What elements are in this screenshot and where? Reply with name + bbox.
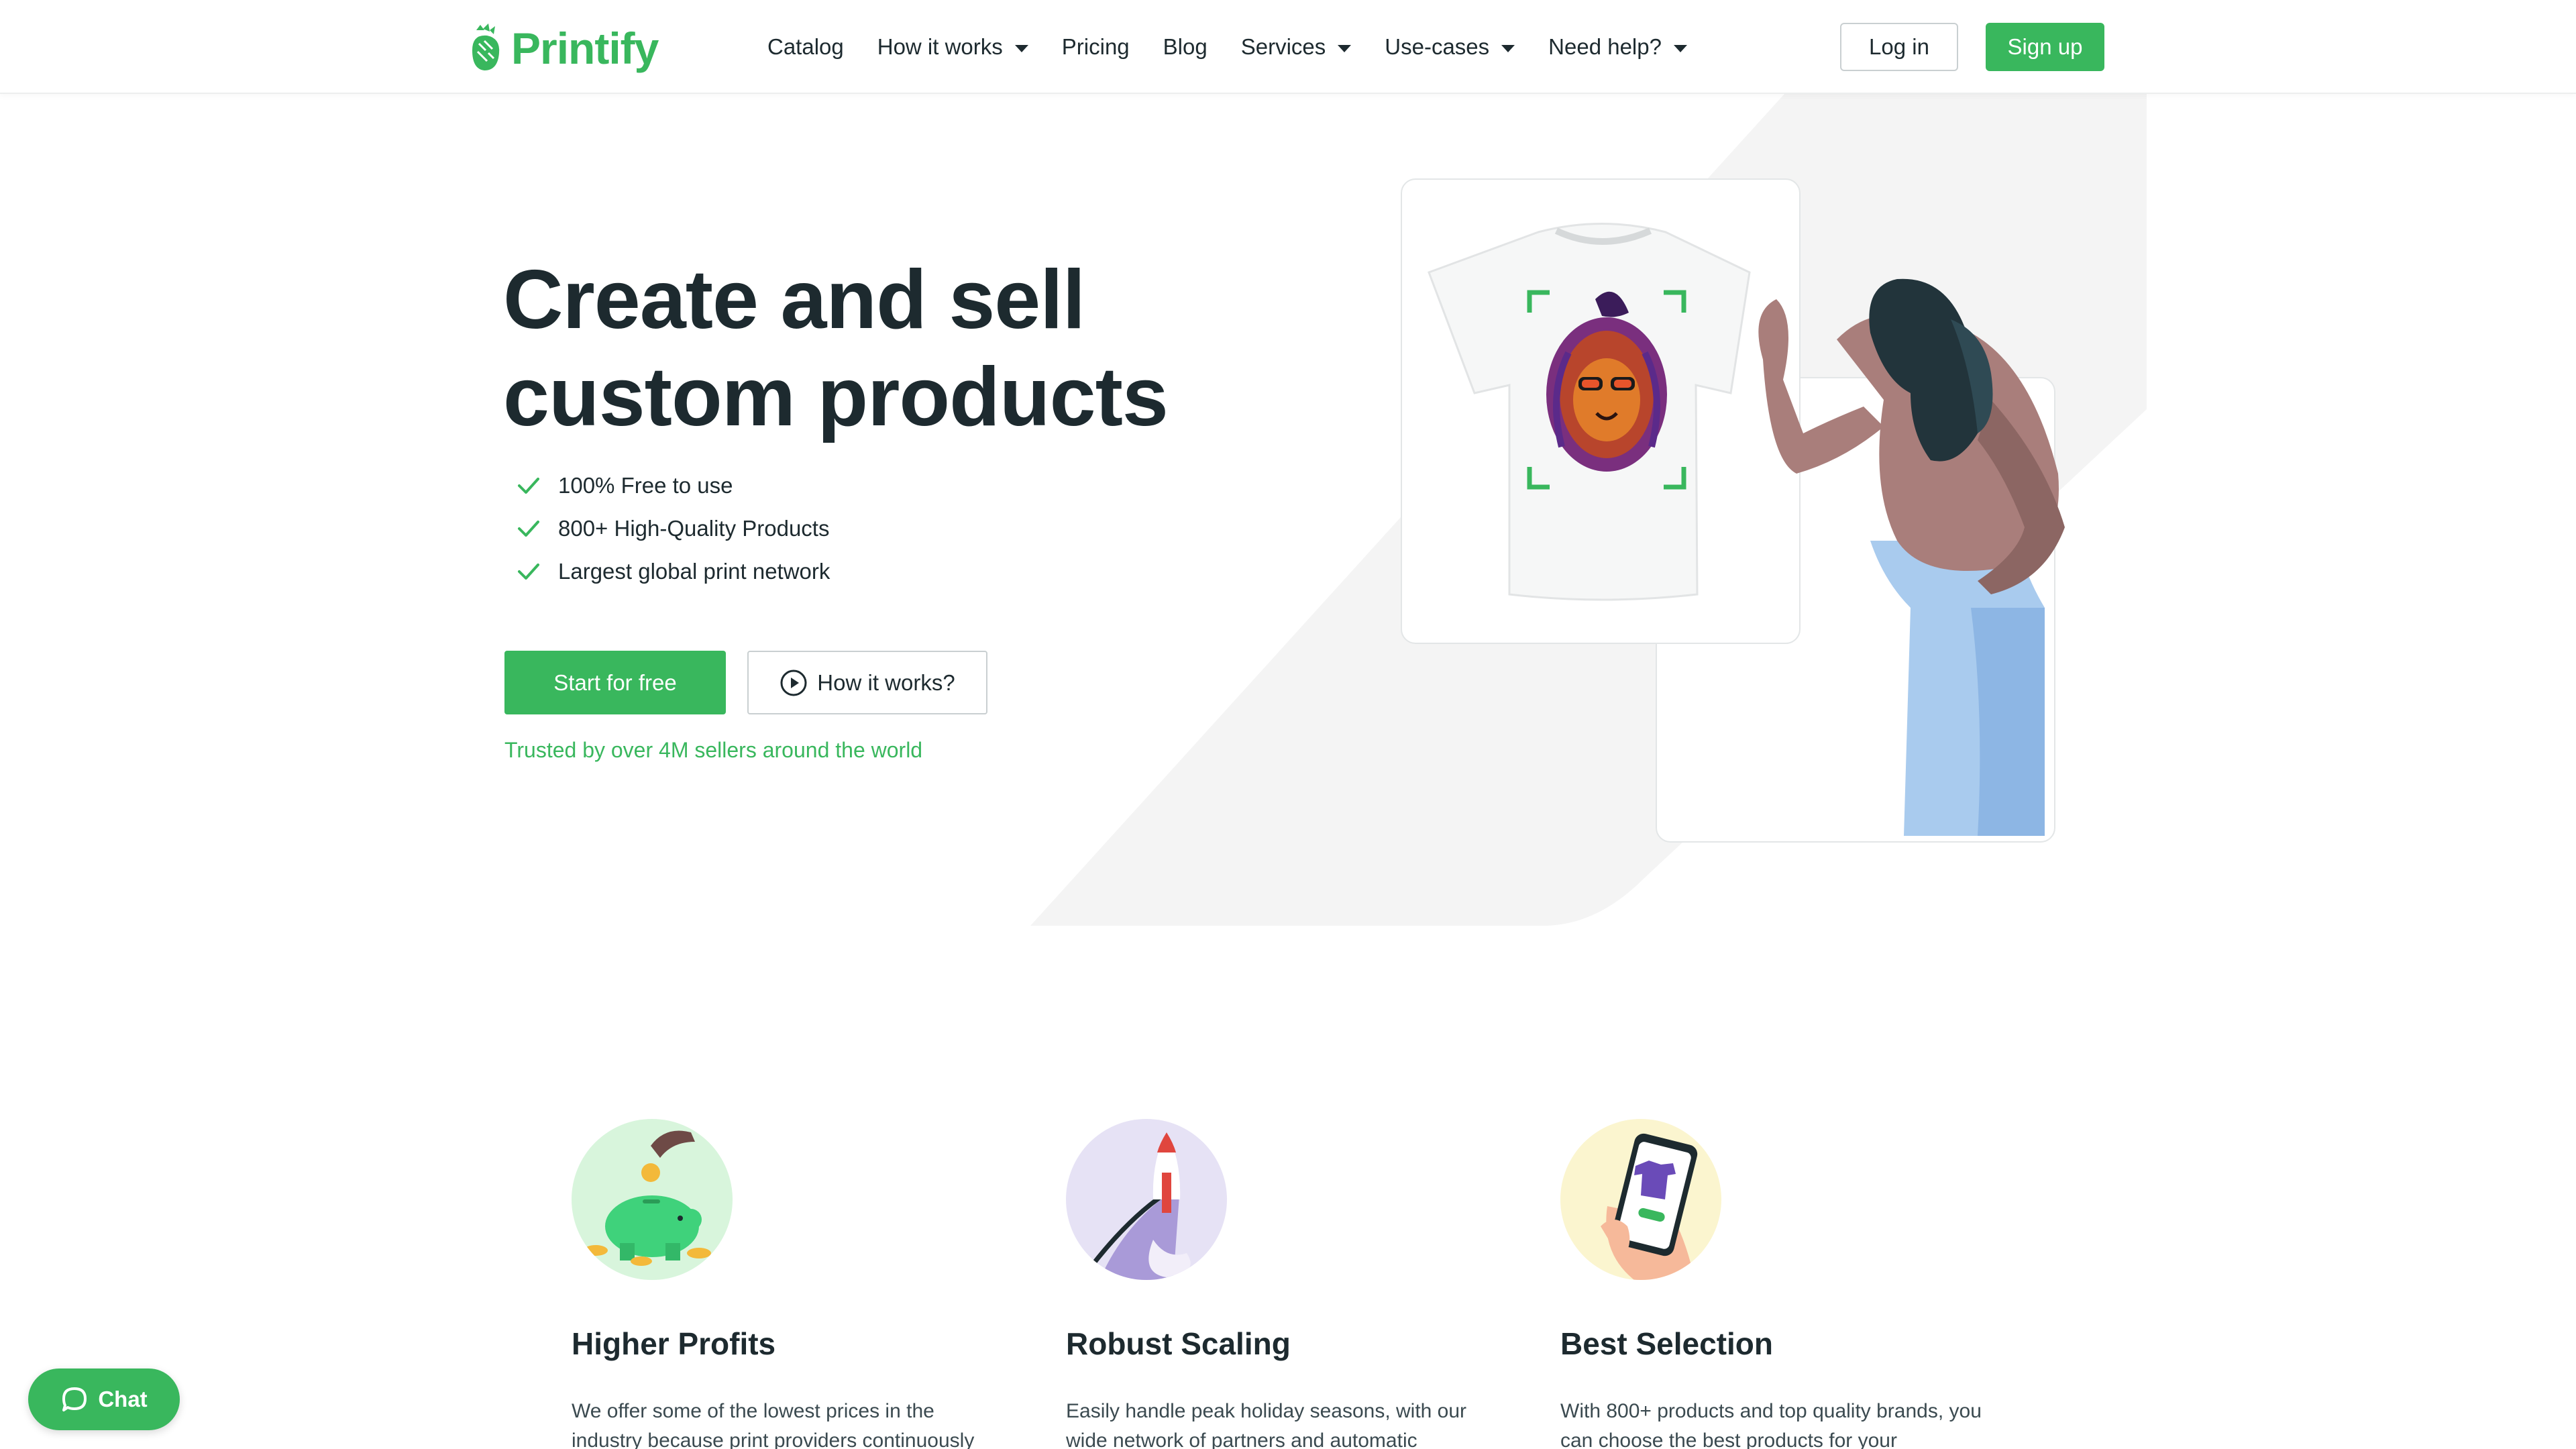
nav-item-blog[interactable]: Blog — [1163, 34, 1208, 60]
benefit-title: Best Selection — [1560, 1326, 1773, 1361]
check-icon — [518, 564, 539, 580]
benefit-text: Easily handle peak holiday seasons, with… — [1066, 1400, 1467, 1449]
feature-item: 800+ High-Quality Products — [517, 507, 830, 550]
nav-item-need-help[interactable]: Need help? — [1548, 34, 1687, 60]
benefit-title: Robust Scaling — [1066, 1326, 1291, 1361]
benefit-robust-scaling: Robust Scaling Easily handle peak holida… — [1066, 1119, 1495, 1449]
chat-button[interactable]: Chat — [28, 1368, 180, 1430]
phone-in-hand-icon — [1560, 1119, 1721, 1280]
hero-illustration — [1428, 223, 2065, 836]
nav-item-catalog[interactable]: Catalog — [767, 34, 844, 60]
chevron-down-icon — [1338, 44, 1352, 52]
printify-logo[interactable]: Printify — [470, 21, 659, 75]
hero-background-shape — [1030, 94, 2147, 926]
hero-title-line-2: custom products — [503, 351, 1169, 443]
feature-item: Largest global print network — [517, 550, 830, 593]
start-for-free-button[interactable]: Start for free — [504, 651, 726, 714]
hero-title: Create and sell custom products — [503, 252, 1308, 446]
rocket-icon — [1066, 1119, 1227, 1280]
chevron-down-icon — [1673, 44, 1687, 52]
benefit-text: With 800+ products and top quality brand… — [1560, 1400, 1982, 1449]
benefit-higher-profits: Higher Profits We offer some of the lowe… — [572, 1119, 1001, 1449]
piggy-bank-icon — [572, 1119, 733, 1280]
benefit-text: We offer some of the lowest prices in th… — [572, 1400, 975, 1449]
play-circle-icon — [780, 669, 807, 696]
main-nav: Catalog How it works Pricing Blog Servic… — [767, 27, 1687, 67]
site-header: Printify Catalog How it works Pricing Bl… — [0, 0, 2576, 94]
check-icon — [518, 521, 539, 537]
chevron-down-icon — [1014, 44, 1028, 52]
nav-item-services[interactable]: Services — [1241, 34, 1352, 60]
chat-bubble-icon — [62, 1387, 87, 1411]
nav-item-pricing[interactable]: Pricing — [1062, 34, 1130, 60]
login-button[interactable]: Log in — [1840, 23, 1958, 71]
hero-title-line-1: Create and sell — [503, 254, 1085, 346]
benefit-best-selection: Best Selection With 800+ products and to… — [1560, 1119, 1990, 1449]
feature-item: 100% Free to use — [517, 464, 830, 507]
brand-name: Printify — [511, 23, 659, 73]
nav-item-use-cases[interactable]: Use-cases — [1385, 34, 1515, 60]
nav-item-how-it-works[interactable]: How it works — [877, 34, 1028, 60]
woman-illustration — [1758, 278, 2065, 836]
tshirt-image — [1428, 223, 1751, 601]
hero-feature-list: 100% Free to use 800+ High-Quality Produ… — [517, 464, 830, 593]
check-icon — [518, 478, 539, 494]
signup-button[interactable]: Sign up — [1986, 23, 2104, 71]
how-it-works-button[interactable]: How it works? — [747, 651, 987, 714]
chevron-down-icon — [1501, 44, 1515, 52]
trusted-by-text: Trusted by over 4M sellers around the wo… — [504, 738, 923, 762]
benefit-title: Higher Profits — [572, 1326, 776, 1361]
printify-logo-icon — [472, 23, 500, 70]
